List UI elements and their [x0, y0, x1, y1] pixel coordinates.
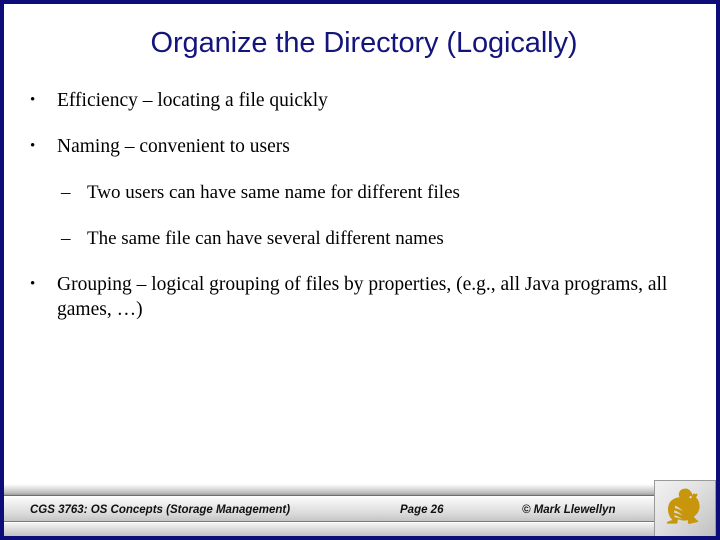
bullet-item-efficiency: • Efficiency – locating a file quickly: [26, 88, 702, 113]
slide-body-content: • Efficiency – locating a file quickly •…: [26, 88, 702, 343]
bullet-item-naming: • Naming – convenient to users: [26, 134, 702, 159]
sub-bullet-text: Two users can have same name for differe…: [87, 182, 460, 203]
bullet-marker-icon: •: [30, 92, 36, 108]
slide-footer: CGS 3763: OS Concepts (Storage Managemen…: [4, 480, 716, 536]
footer-course-label: CGS 3763: OS Concepts (Storage Managemen…: [30, 503, 291, 516]
bullet-text: Naming – convenient to users: [57, 136, 290, 157]
bullet-text: Efficiency – locating a file quickly: [57, 90, 328, 111]
dash-marker-icon: –: [61, 228, 71, 249]
footer-top-strip: [4, 484, 716, 496]
footer-page-number: Page 26: [400, 503, 444, 516]
bullet-text: Grouping – logical grouping of files by …: [57, 274, 668, 320]
sub-bullet-item-same-file: – The same file can have several differe…: [26, 226, 702, 251]
sub-bullet-item-two-users: – Two users can have same name for diffe…: [26, 180, 702, 205]
footer-text-row: CGS 3763: OS Concepts (Storage Managemen…: [4, 497, 652, 522]
sub-bullet-text: The same file can have several different…: [87, 228, 444, 249]
page-title: Organize the Directory (Logically): [150, 27, 578, 59]
bullet-marker-icon: •: [30, 276, 36, 292]
footer-copyright: © Mark Llewellyn: [522, 503, 616, 516]
dash-marker-icon: –: [61, 182, 71, 203]
bullet-item-grouping: • Grouping – logical grouping of files b…: [26, 272, 702, 322]
presentation-slide: Organize the Directory (Logically) • Eff…: [0, 0, 720, 540]
footer-bottom-strip: [4, 523, 716, 536]
bullet-marker-icon: •: [30, 138, 36, 154]
ucf-pegasus-logo: [654, 480, 716, 536]
